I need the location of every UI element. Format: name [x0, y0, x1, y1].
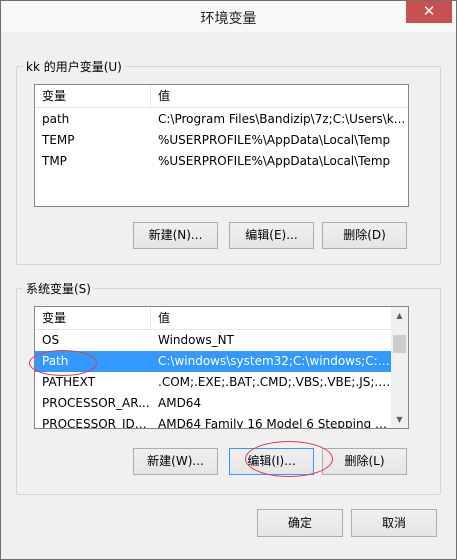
user-vars-header: 变量 值 — [35, 85, 408, 108]
scroll-down-icon[interactable]: ▼ — [391, 411, 408, 428]
var-value: Windows_NT — [158, 333, 234, 347]
var-name: PROCESSOR_IDE... — [42, 417, 151, 429]
table-row[interactable]: path C:\Program Files\Bandizip\7z;C:\Use… — [35, 109, 408, 130]
system-vars-group: 系统变量(S) 变量 值 OS Windows_NT Path C:\windo… — [16, 280, 441, 495]
table-row[interactable]: PROCESSOR_IDE... AMD64 Family 16 Model 6… — [35, 414, 391, 429]
var-value: AMD64 — [158, 396, 202, 410]
column-header-name[interactable]: 变量 — [35, 85, 151, 107]
var-name: Path — [42, 354, 69, 368]
system-vars-label: 系统变量(S) — [23, 280, 94, 297]
system-edit-button[interactable]: 编辑(I)... — [229, 448, 314, 475]
var-value: %USERPROFILE%\AppData\Local\Temp — [158, 154, 391, 168]
user-edit-button[interactable]: 编辑(E)... — [229, 222, 314, 249]
var-name: path — [42, 112, 70, 126]
window-title: 环境变量 — [200, 11, 257, 27]
user-new-button[interactable]: 新建(N)... — [133, 222, 218, 249]
table-row[interactable]: OS Windows_NT — [35, 330, 391, 351]
column-header-value[interactable]: 值 — [151, 307, 391, 329]
var-name: OS — [42, 333, 60, 347]
table-row[interactable]: PATHEXT .COM;.EXE;.BAT;.CMD;.VBS;.VBE;.J… — [35, 372, 391, 393]
var-value: %USERPROFILE%\AppData\Local\Temp — [158, 133, 391, 147]
table-row-selected[interactable]: Path C:\windows\system32;C:\windows;C:\w… — [35, 351, 391, 372]
title-bar[interactable]: 环境变量 ✕ — [1, 1, 456, 32]
table-row[interactable]: TEMP %USERPROFILE%\AppData\Local\Temp — [35, 130, 408, 151]
var-value: AMD64 Family 16 Model 6 Stepping 3... — [158, 417, 391, 429]
system-vars-scrollbar[interactable]: ▲ ▼ — [391, 307, 408, 428]
dialog-body: kk 的用户变量(U) 变量 值 path C:\Program Files\B… — [9, 32, 448, 551]
ok-button[interactable]: 确定 — [257, 509, 343, 537]
var-name: TEMP — [42, 133, 75, 147]
var-value: C:\Program Files\Bandizip\7z;C:\Users\k.… — [158, 112, 406, 126]
close-icon: ✕ — [422, 2, 436, 20]
user-delete-button[interactable]: 删除(D) — [322, 222, 407, 249]
env-vars-dialog: 环境变量 ✕ kk 的用户变量(U) 变量 值 path C:\Program … — [0, 0, 457, 560]
cancel-button[interactable]: 取消 — [351, 509, 437, 537]
var-name: PATHEXT — [42, 375, 96, 389]
system-new-button[interactable]: 新建(W)... — [133, 448, 218, 475]
close-button[interactable]: ✕ — [406, 1, 452, 23]
var-name: TMP — [42, 154, 67, 168]
var-value: .COM;.EXE;.BAT;.CMD;.VBS;.VBE;.JS;.JSE;.… — [158, 375, 391, 389]
column-header-name[interactable]: 变量 — [35, 307, 151, 329]
var-value: C:\windows\system32;C:\windows;C:\win... — [158, 354, 391, 368]
system-vars-header: 变量 值 — [35, 307, 408, 330]
var-name: PROCESSOR_AR... — [42, 396, 150, 410]
system-vars-list[interactable]: 变量 值 OS Windows_NT Path C:\windows\syste… — [34, 306, 409, 429]
user-vars-list[interactable]: 变量 值 path C:\Program Files\Bandizip\7z;C… — [34, 84, 409, 207]
user-vars-label: kk 的用户变量(U) — [23, 58, 125, 75]
table-row[interactable]: TMP %USERPROFILE%\AppData\Local\Temp — [35, 151, 408, 172]
column-header-value[interactable]: 值 — [151, 85, 408, 107]
scroll-thumb[interactable] — [393, 335, 406, 353]
user-vars-group: kk 的用户变量(U) 变量 值 path C:\Program Files\B… — [16, 58, 441, 265]
scroll-up-icon[interactable]: ▲ — [391, 307, 408, 324]
system-delete-button[interactable]: 删除(L) — [322, 448, 407, 475]
table-row[interactable]: PROCESSOR_AR... AMD64 — [35, 393, 391, 414]
